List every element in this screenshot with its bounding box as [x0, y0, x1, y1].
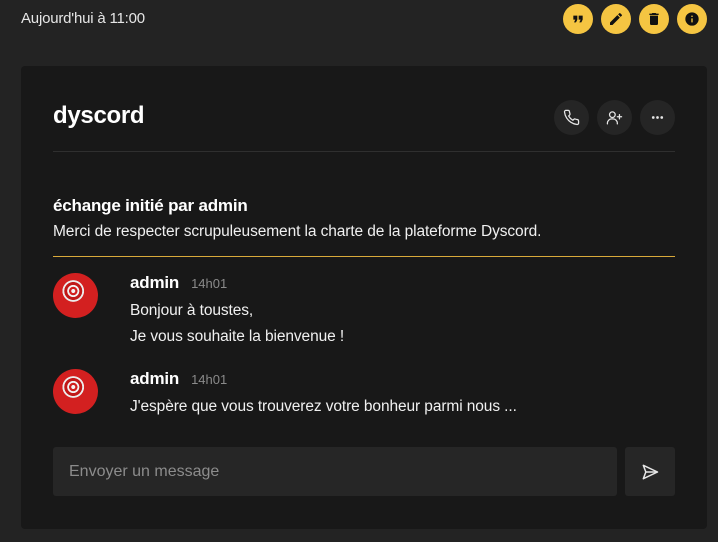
message-text: Bonjour à toustes,: [130, 302, 254, 319]
message-composer: [53, 447, 675, 496]
chat-panel: dyscord échange initié par admin Merci d…: [21, 66, 707, 529]
message-time: 14h01: [191, 276, 228, 291]
trash-icon: [649, 13, 659, 25]
add-user-icon: [606, 111, 623, 125]
quote-button[interactable]: [563, 4, 593, 34]
more-icon: [651, 116, 664, 119]
channel-title: dyscord: [53, 102, 145, 129]
message-body: admin 14h01 J'espère que vous trouverez v…: [130, 369, 517, 415]
message-time: 14h01: [191, 372, 228, 387]
chat-header: dyscord: [53, 100, 675, 152]
top-bar: Aujourd'hui à 11:00: [0, 0, 718, 38]
delete-button[interactable]: [639, 4, 669, 34]
phone-icon: [563, 109, 580, 126]
intro-text: Merci de respecter scrupuleusement la ch…: [53, 223, 542, 240]
send-button[interactable]: [625, 447, 675, 496]
message-text: Je vous souhaite la bienvenue !: [130, 328, 345, 345]
message-timestamp: Aujourd'hui à 11:00: [21, 10, 145, 27]
message-actions: [563, 4, 707, 34]
avatar[interactable]: [53, 369, 98, 414]
info-icon: [685, 12, 699, 26]
message-text: J'espère que vous trouverez votre bonheu…: [130, 398, 517, 415]
edit-button[interactable]: [601, 4, 631, 34]
header-buttons: [554, 100, 675, 135]
message-body: admin 14h01 Bonjour à toustes, Je vous so…: [130, 273, 344, 345]
send-icon: [642, 464, 659, 479]
pencil-icon: [610, 12, 623, 25]
message-author[interactable]: admin: [130, 273, 179, 293]
channel-intro: échange initié par admin Merci de respec…: [53, 196, 675, 257]
message-input[interactable]: [53, 447, 617, 496]
add-user-button[interactable]: [597, 100, 632, 135]
info-button[interactable]: [677, 4, 707, 34]
intro-title: échange initié par admin: [53, 196, 248, 215]
more-button[interactable]: [640, 100, 675, 135]
call-button[interactable]: [554, 100, 589, 135]
message-author[interactable]: admin: [130, 369, 179, 389]
quote-icon: [573, 15, 583, 23]
avatar[interactable]: [53, 273, 98, 318]
